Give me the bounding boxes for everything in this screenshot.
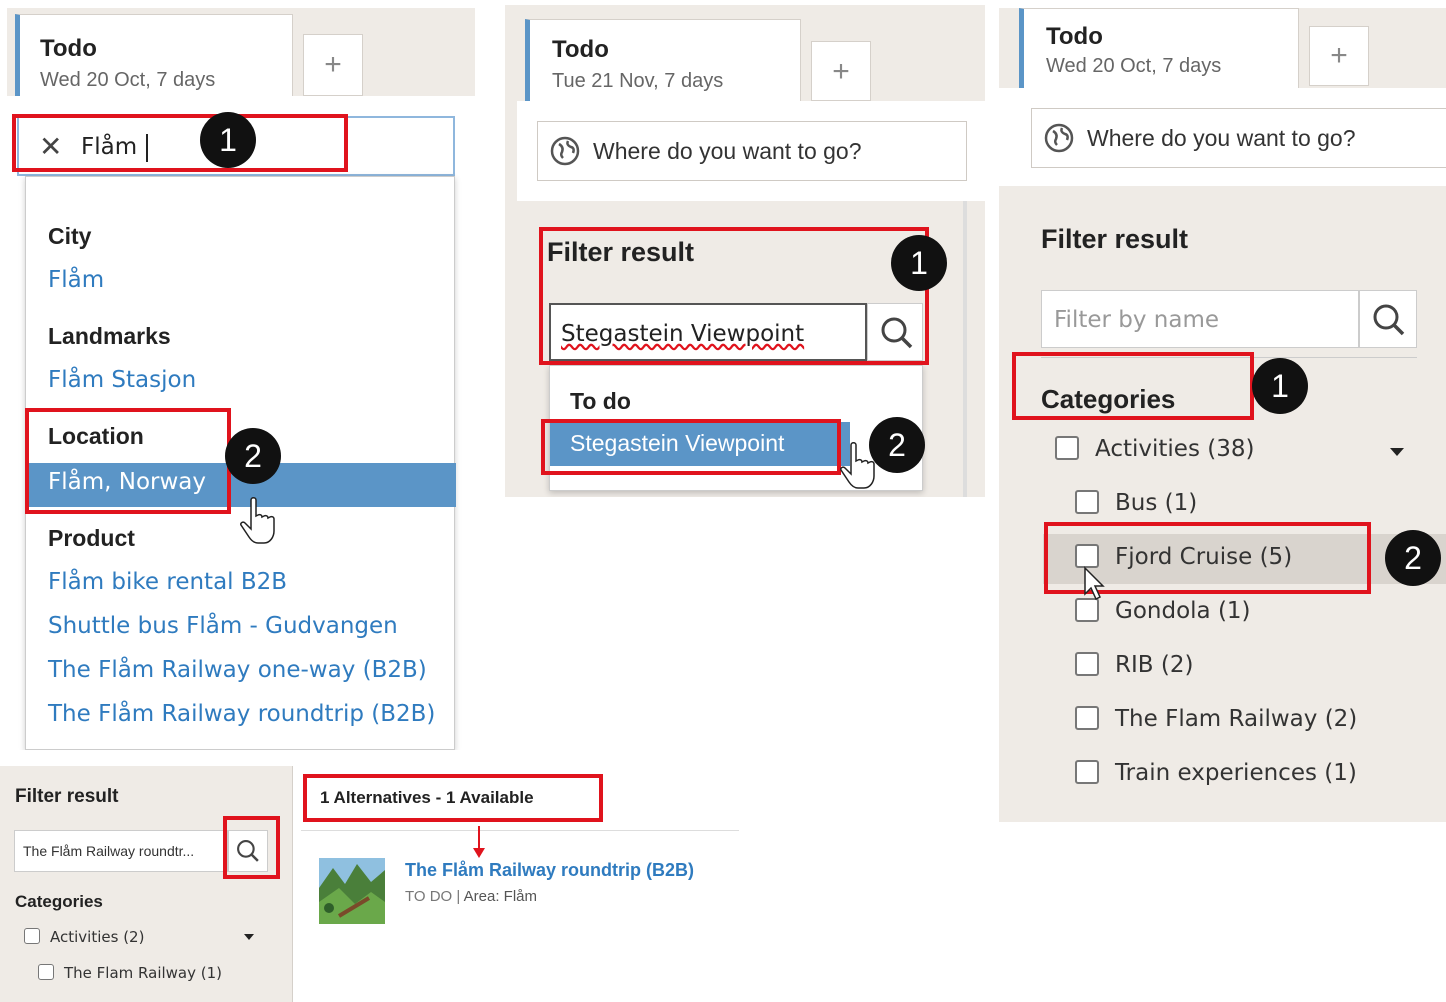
highlight-search-input <box>12 114 348 172</box>
filter-input-placeholder: Filter by name <box>1054 307 1220 333</box>
tab-subtitle: Tue 21 Nov, 7 days <box>552 70 724 92</box>
panel-filter-sidebar: Filter result The Flåm Railway roundtr..… <box>0 766 292 1002</box>
category-flam-railway[interactable]: The Flam Railway (1) <box>64 964 222 982</box>
checkbox-activities[interactable] <box>24 928 40 944</box>
hand-cursor-icon <box>240 497 275 544</box>
add-tab-button[interactable]: + <box>303 34 363 96</box>
product-title[interactable]: The Flåm Railway roundtrip (B2B) <box>405 860 694 881</box>
suggestion-product[interactable]: Flåm bike rental B2B <box>48 569 287 595</box>
suggestion-product[interactable]: The Flåm Railway one-way (B2B) <box>48 657 427 683</box>
suggestion-landmark[interactable]: Flåm Stasjon <box>48 367 196 393</box>
tab-subtitle: Wed 20 Oct, 7 days <box>1046 55 1222 77</box>
highlight-dropdown-item <box>541 419 841 475</box>
todo-tab[interactable]: Todo Wed 20 Oct, 7 days <box>15 14 293 104</box>
destination-placeholder: Where do you want to go? <box>1087 125 1356 151</box>
step-marker-2: 2 <box>1385 530 1441 586</box>
panel-destination-search: Todo Wed 20 Oct, 7 days + ✕ Flåm City Fl… <box>7 8 475 750</box>
tab-title: Todo <box>40 35 97 62</box>
category-bus[interactable]: Bus (1) <box>1115 490 1197 516</box>
highlight-search-button <box>223 816 280 879</box>
group-header-city: City <box>48 223 92 249</box>
globe-icon <box>1044 123 1074 153</box>
filter-input-value: The Flåm Railway roundtr... <box>23 843 195 859</box>
checkbox-flam-railway[interactable] <box>1075 706 1099 730</box>
expand-caret-icon[interactable] <box>1390 448 1404 456</box>
group-header-product: Product <box>48 525 135 551</box>
tab-title: Todo <box>1046 23 1103 50</box>
checkbox-activities[interactable] <box>1055 436 1079 460</box>
step-marker-1: 1 <box>891 235 947 291</box>
filter-name-input[interactable]: Filter by name <box>1041 290 1359 348</box>
meta-separator: | <box>456 888 464 905</box>
todo-tab[interactable]: Todo Tue 21 Nov, 7 days <box>525 19 801 103</box>
checkbox-flam-railway[interactable] <box>38 964 54 980</box>
product-type: TO DO <box>405 888 453 905</box>
highlight-filter <box>539 227 929 365</box>
highlight-categories <box>1012 352 1254 420</box>
checkbox-train-experiences[interactable] <box>1075 760 1099 784</box>
highlight-location <box>25 408 231 514</box>
tab-subtitle: Wed 20 Oct, 7 days <box>40 69 216 91</box>
checkbox-bus[interactable] <box>1075 490 1099 514</box>
destination-search[interactable]: Where do you want to go? <box>1031 108 1446 168</box>
category-activities[interactable]: Activities (38) <box>1095 436 1254 462</box>
category-activities[interactable]: Activities (2) <box>50 928 144 946</box>
category-flam-railway[interactable]: The Flam Railway (2) <box>1115 706 1357 732</box>
product-meta: TO DO | Area: Flåm <box>405 888 537 905</box>
product-thumbnail[interactable] <box>319 858 385 924</box>
group-header-landmarks: Landmarks <box>48 323 171 349</box>
category-rib[interactable]: RIB (2) <box>1115 652 1193 678</box>
destination-search[interactable]: Where do you want to go? <box>537 121 967 181</box>
filter-title: Filter result <box>1041 224 1189 254</box>
panel-filter-name: Todo Tue 21 Nov, 7 days + Where do you w… <box>505 5 985 497</box>
suggestion-product[interactable]: The Flåm Railway roundtrip (B2B) <box>48 701 435 727</box>
arrow-cursor-icon <box>1084 566 1105 601</box>
add-tab-button[interactable]: + <box>811 41 871 101</box>
tab-title: Todo <box>552 36 609 63</box>
step-marker-1: 1 <box>200 112 256 168</box>
step-marker-1: 1 <box>1252 358 1308 414</box>
suggestion-product[interactable]: Shuttle bus Flåm - Gudvangen <box>48 613 398 639</box>
filter-search-button[interactable] <box>1359 290 1417 348</box>
highlight-alternatives <box>303 774 603 822</box>
filter-title: Filter result <box>15 786 119 807</box>
panel-categories: Todo Wed 20 Oct, 7 days + Where do you w… <box>999 8 1446 822</box>
panel-results: 1 Alternatives - 1 Available The Flåm Ra… <box>293 766 739 1002</box>
globe-icon <box>550 136 580 166</box>
product-area: Area: Flåm <box>463 888 538 905</box>
category-gondola[interactable]: Gondola (1) <box>1115 598 1251 624</box>
hand-cursor-icon <box>840 442 875 489</box>
suggestion-city-flam[interactable]: Flåm <box>48 267 104 293</box>
add-tab-button[interactable]: + <box>1309 26 1369 86</box>
step-marker-2: 2 <box>225 428 281 484</box>
destination-placeholder: Where do you want to go? <box>593 138 862 164</box>
arrow-down-icon <box>473 826 485 858</box>
category-train-experiences[interactable]: Train experiences (1) <box>1115 760 1357 786</box>
divider <box>301 830 739 831</box>
dropdown-group-header: To do <box>570 388 631 414</box>
categories-title: Categories <box>15 892 103 911</box>
filter-name-input[interactable]: The Flåm Railway roundtr... <box>14 830 228 872</box>
search-icon <box>1373 304 1405 336</box>
checkbox-rib[interactable] <box>1075 652 1099 676</box>
todo-tab[interactable]: Todo Wed 20 Oct, 7 days <box>1019 8 1299 88</box>
expand-caret-icon[interactable] <box>244 934 254 940</box>
